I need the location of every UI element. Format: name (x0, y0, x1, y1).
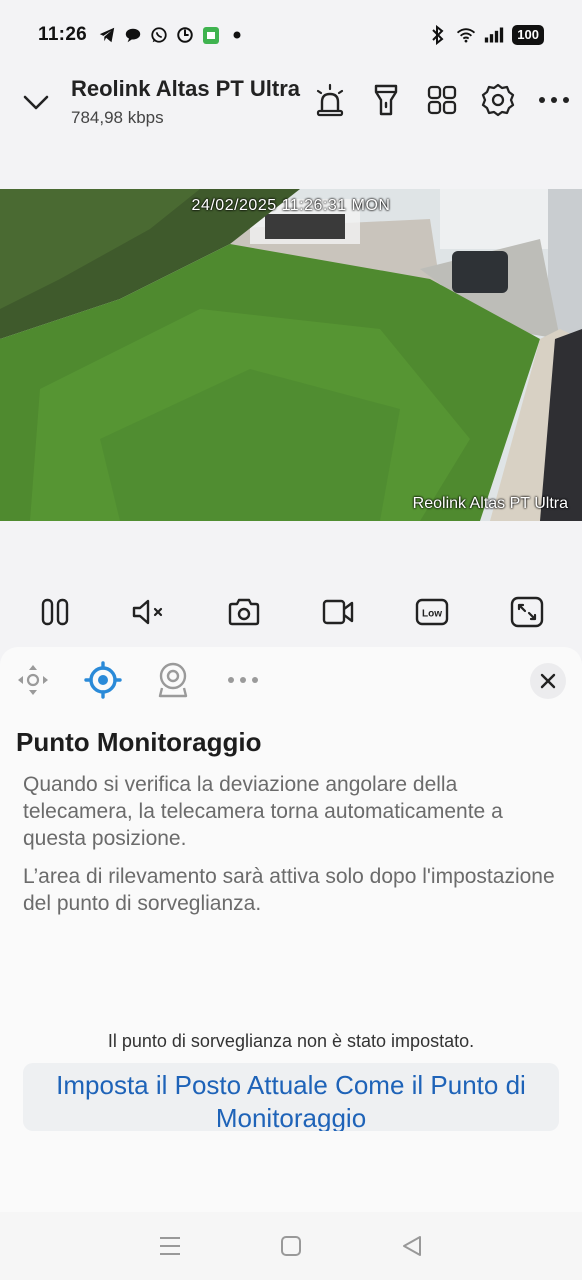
battery-icon: 100 (512, 25, 544, 45)
close-panel-button[interactable] (530, 663, 566, 699)
close-icon (540, 673, 556, 689)
telegram-icon (97, 25, 117, 45)
camera-header: Reolink Altas PT Ultra 784,98 kbps (0, 70, 582, 135)
collapse-chevron-icon[interactable] (20, 86, 52, 118)
wifi-icon (456, 25, 476, 45)
back-icon[interactable] (397, 1231, 427, 1261)
snapshot-icon[interactable] (224, 592, 264, 632)
fullscreen-icon[interactable] (507, 592, 547, 632)
more-icon[interactable] (536, 82, 572, 118)
notification-icons (97, 25, 247, 45)
live-video-feed[interactable]: 24/02/2025 11:26:31 MON Reolink Altas PT… (0, 189, 582, 521)
monitoring-point-status: Il punto di sorveglianza non è stato imp… (107, 1031, 475, 1051)
header-actions (312, 82, 572, 118)
live-controls: Low (0, 588, 582, 636)
sync-icon (175, 25, 195, 45)
signal-icon (484, 25, 504, 45)
camera-scene (0, 189, 582, 521)
quality-low-icon[interactable]: Low (412, 592, 452, 632)
recents-icon[interactable] (155, 1231, 185, 1261)
panel-tabs (14, 661, 262, 699)
video-timestamp: 24/02/2025 11:26:31 MON (191, 197, 391, 214)
panel-title: Punto Monitoraggio (16, 727, 262, 757)
preset-icon[interactable] (154, 661, 192, 699)
siren-icon[interactable] (312, 82, 348, 118)
record-icon[interactable] (318, 592, 358, 632)
monitoring-point-icon[interactable] (84, 661, 122, 699)
home-icon[interactable] (276, 1231, 306, 1261)
ptz-direction-icon[interactable] (14, 661, 52, 699)
camera-title-block[interactable]: Reolink Altas PT Ultra 784,98 kbps (71, 76, 300, 128)
bluetooth-icon (428, 25, 448, 45)
bitrate-readout: 784,98 kbps (71, 108, 164, 127)
panel-more-icon[interactable] (224, 661, 262, 699)
monitoring-point-panel: Punto Monitoraggio Quando si verifica la… (0, 647, 582, 1212)
spotlight-icon[interactable] (368, 82, 404, 118)
pause-icon[interactable] (35, 592, 75, 632)
whatsapp-icon (149, 25, 169, 45)
camera-name: Reolink Altas PT Ultra (71, 76, 301, 101)
description-primary: Quando si verifica la deviazione angolar… (23, 773, 503, 850)
grid-view-icon[interactable] (424, 82, 460, 118)
dot-icon (227, 25, 247, 45)
system-nav-bar (0, 1212, 582, 1280)
description-secondary: L’area di rilevamento sarà attiva solo d… (23, 865, 555, 915)
status-bar: 11:26 100 (0, 0, 582, 70)
mute-icon[interactable] (129, 592, 169, 632)
video-camera-label: Reolink Altas PT Ultra (412, 495, 568, 512)
chat-bubble-icon (123, 25, 143, 45)
set-monitoring-point-button[interactable]: Imposta il Posto Attuale Come il Punto d… (23, 1063, 559, 1131)
android-app-icon (201, 25, 221, 45)
status-time: 11:26 (38, 24, 88, 45)
quality-label: Low (422, 609, 442, 620)
settings-icon[interactable] (480, 82, 516, 118)
system-icons: 100 (428, 25, 544, 45)
